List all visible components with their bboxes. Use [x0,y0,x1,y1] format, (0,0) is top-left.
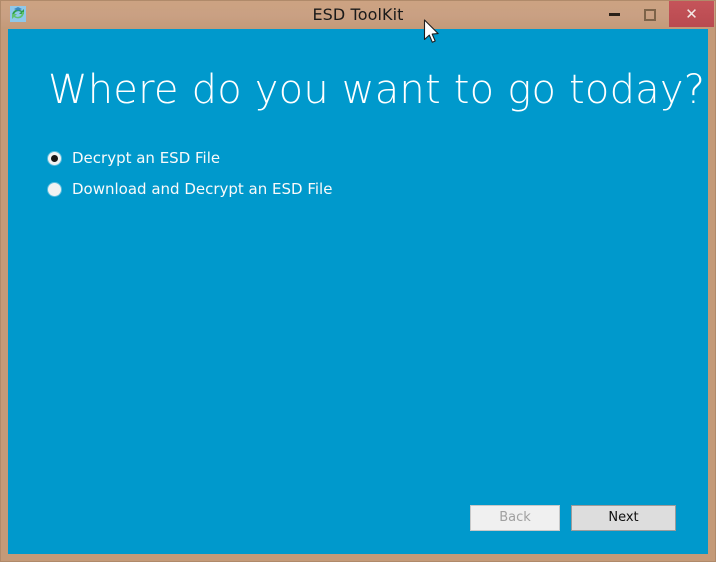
radio-option-label: Download and Decrypt an ESD File [72,180,333,198]
title-bar[interactable]: ESD ToolKit ✕ [0,0,716,29]
content-area: Where do you want to go today? Decrypt a… [8,29,708,554]
close-icon: ✕ [685,4,698,23]
radio-indicator-selected[interactable] [48,151,61,165]
maximize-button[interactable] [632,1,668,28]
close-button[interactable]: ✕ [669,1,714,27]
application-window: ESD ToolKit ✕ Where do you want to go to… [0,0,716,562]
radio-indicator-unselected[interactable] [48,182,61,196]
back-button[interactable]: Back [470,505,560,531]
minimize-button[interactable] [596,1,632,28]
radio-option-label: Decrypt an ESD File [72,149,221,167]
radio-option-decrypt-esd-file[interactable]: Decrypt an ESD File [48,147,332,169]
next-button[interactable]: Next [571,505,676,531]
minimize-icon [608,13,620,16]
maximize-icon [644,8,656,21]
page-title: Where do you want to go today? [48,67,706,113]
option-radio-group: Decrypt an ESD File Download and Decrypt… [48,147,332,209]
radio-option-download-and-decrypt-esd-file[interactable]: Download and Decrypt an ESD File [48,178,332,200]
